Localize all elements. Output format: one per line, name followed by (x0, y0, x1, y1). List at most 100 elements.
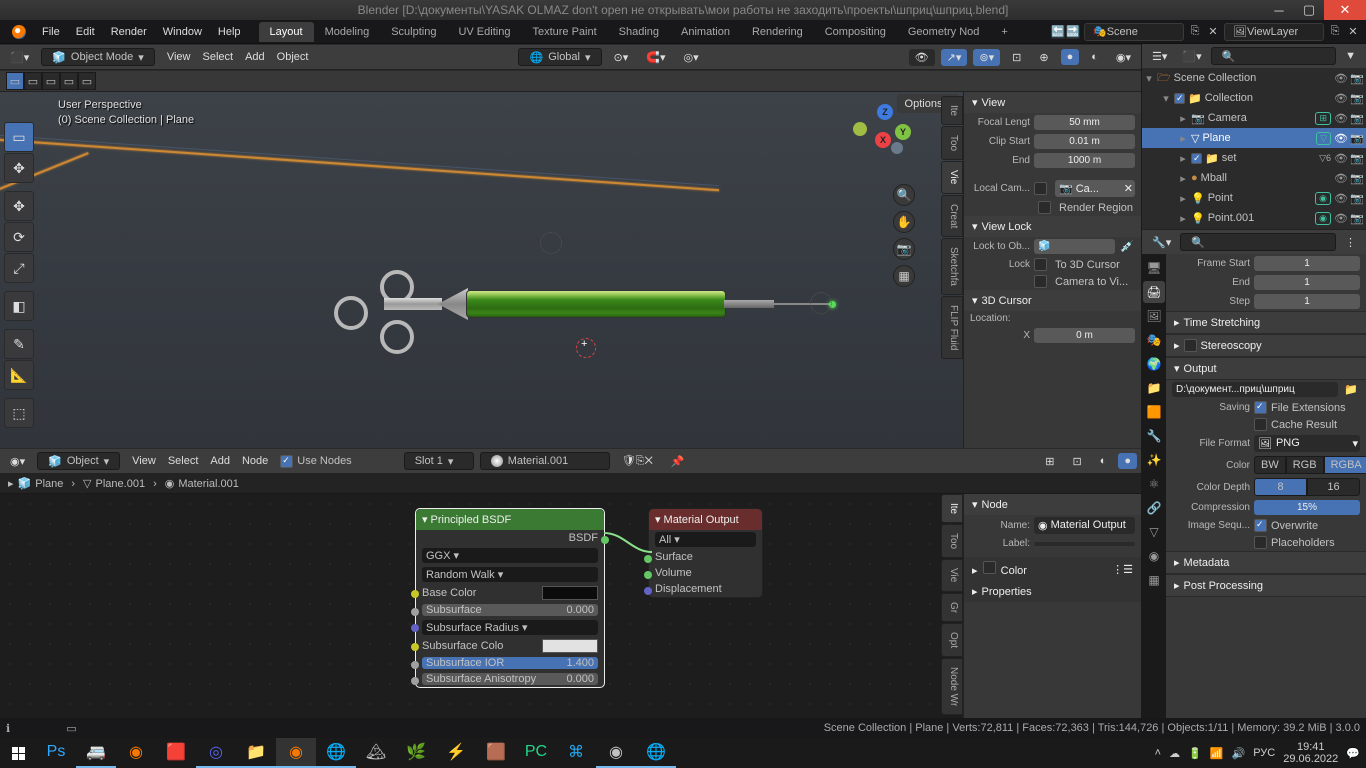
node-overlay-3[interactable]: ◐ (1094, 453, 1113, 469)
add-cube-tool[interactable]: ⬚ (4, 398, 34, 428)
node-mode-dropdown[interactable]: 🧊 Object▾ (37, 452, 120, 470)
zoom-icon[interactable]: 🔍 (893, 184, 915, 206)
node-menu-add[interactable]: Add (204, 453, 236, 469)
viewlayer-dropdown[interactable]: 🖼 ViewLayer (1224, 23, 1324, 41)
tab-texture[interactable]: ▦ (1143, 569, 1165, 591)
vscode-app[interactable]: ⌘ (556, 738, 596, 768)
app-2[interactable]: 🚐 (76, 738, 116, 768)
workspace-tab[interactable]: Shading (608, 22, 670, 42)
base-color-swatch[interactable] (542, 586, 598, 600)
minecraft-app[interactable]: 🟫 (476, 738, 516, 768)
pin-icon[interactable]: 📌 (665, 453, 691, 470)
tab-modifiers[interactable]: 🔧 (1143, 425, 1165, 447)
view-panel-header[interactable]: ▾ View (964, 92, 1141, 113)
app-8[interactable]: 🏔 (356, 738, 396, 768)
properties-section-header[interactable]: ▸ Properties (964, 581, 1141, 602)
workspace-tab[interactable]: Animation (670, 22, 741, 42)
eyedropper-icon[interactable]: 💉 (1119, 240, 1135, 253)
overwrite-check[interactable] (1254, 519, 1267, 532)
outliner-row[interactable]: ▸●Mball👁📷 (1142, 168, 1366, 188)
layer-new-button[interactable]: ⎘ (1328, 25, 1342, 38)
tab-mesh[interactable]: ▽ (1143, 521, 1165, 543)
perspective-icon[interactable]: ▦ (893, 265, 915, 287)
stereoscopy-header[interactable]: ▸ Stereoscopy (1166, 334, 1366, 357)
node-name-field[interactable]: ◉Material Output (1034, 517, 1135, 534)
outliner-search[interactable]: 🔍 (1211, 47, 1337, 65)
workspace-tab[interactable]: Layout (259, 22, 314, 42)
transform-orientation[interactable]: 🌐 Global▾ (518, 48, 601, 66)
app-9[interactable]: 🌿 (396, 738, 436, 768)
color-rgba-button[interactable]: RGBA (1324, 456, 1366, 474)
vtab-sketchfa[interactable]: Sketchfa (941, 238, 963, 295)
sss-method-select[interactable]: Random Walk ▾ (422, 567, 598, 582)
outliner-row[interactable]: ▸💡Point.001◉👁📷 (1142, 208, 1366, 228)
menu-file[interactable]: File (34, 23, 68, 41)
placeholders-check[interactable] (1254, 536, 1267, 549)
tray-chevron-icon[interactable]: ˄ (1155, 747, 1161, 759)
folder-icon[interactable]: 📁 (1342, 383, 1360, 396)
props-options-icon[interactable]: ⋮ (1339, 234, 1362, 251)
outliner-row[interactable]: ▸▽Plane▽👁📷 (1142, 128, 1366, 148)
file-format-select[interactable]: 🖼PNG▾ (1254, 435, 1360, 452)
lock-to-object-field[interactable]: 🧊 (1034, 239, 1115, 254)
select-tool[interactable]: ▭ (4, 122, 34, 152)
vtab-ite[interactable]: Ite (941, 96, 963, 125)
render-region-check[interactable] (1038, 201, 1051, 214)
gizmo-toggle[interactable]: ↗▾ (941, 49, 968, 66)
depth-16-button[interactable]: 16 (1307, 478, 1360, 496)
tab-object[interactable]: 🟧 (1143, 401, 1165, 423)
outliner-type[interactable]: ☰▾ (1146, 48, 1173, 65)
tab-material[interactable]: ◉ (1143, 545, 1165, 567)
transform-tool[interactable]: ◧ (4, 291, 34, 321)
select-subtract-icon[interactable]: ▭ (42, 72, 60, 90)
file-ext-check[interactable] (1254, 401, 1267, 414)
workspace-tab[interactable]: Texture Paint (521, 22, 607, 42)
tray-volume-icon[interactable]: 🔊 (1232, 747, 1246, 760)
node-menu-select[interactable]: Select (162, 453, 205, 469)
tray-language[interactable]: РУС (1253, 747, 1275, 759)
compression-field[interactable]: 15% (1254, 500, 1360, 515)
scale-tool[interactable]: ⤢ (4, 253, 34, 283)
ss-color-swatch[interactable] (542, 639, 598, 653)
workspace-tab[interactable]: Compositing (814, 22, 897, 42)
vtab-flip fluid[interactable]: FLIP Fluid (941, 296, 963, 359)
editor-type-button[interactable]: ◉▾ (4, 453, 31, 470)
snap-button[interactable]: 🧲▾ (640, 49, 671, 66)
outliner-row[interactable]: ▾🗁Scene Collection👁📷 (1142, 68, 1366, 88)
gizmo-visibility[interactable]: 👁 (909, 49, 935, 66)
output-header[interactable]: ▾ Output (1166, 357, 1366, 380)
node-overlay-4[interactable]: ● (1118, 453, 1137, 469)
proportional-button[interactable]: ◎▾ (677, 49, 704, 66)
subsurface-field[interactable]: Subsurface0.000 (422, 604, 598, 616)
clear-icon[interactable]: ✕ (1124, 182, 1133, 195)
tray-battery-icon[interactable]: 🔋 (1188, 747, 1202, 760)
tab-world[interactable]: 🌍 (1143, 353, 1165, 375)
tray-wifi-icon[interactable]: 📶 (1210, 747, 1224, 760)
tab-physics[interactable]: ⚛ (1143, 473, 1165, 495)
blender-launcher-app[interactable]: ◉ (116, 738, 156, 768)
depth-8-button[interactable]: 8 (1254, 478, 1307, 496)
explorer-app[interactable]: 📁 (236, 738, 276, 768)
props-type[interactable]: 🔧▾ (1146, 234, 1177, 251)
color-bw-button[interactable]: BW (1254, 456, 1286, 474)
pycharm-app[interactable]: PC (516, 738, 556, 768)
close-button[interactable]: ✕ (1324, 0, 1366, 20)
node-canvas[interactable]: ▾ Principled BSDF BSDF GGX ▾ Random Walk… (0, 494, 1141, 718)
pan-icon[interactable]: ✋ (893, 211, 915, 233)
outliner-display[interactable]: ⬛▾ (1176, 48, 1207, 65)
target-select[interactable]: All ▾ (655, 532, 756, 547)
select-invert-icon[interactable]: ▭ (78, 72, 96, 90)
ntab-opt[interactable]: Opt (941, 623, 963, 657)
select-intersect-icon[interactable]: ▭ (60, 72, 78, 90)
navigation-gizmo[interactable]: Z Y X (851, 102, 911, 162)
ntab-too[interactable]: Too (941, 524, 963, 558)
tray-cloud-icon[interactable]: ☁ (1169, 747, 1180, 760)
node-menu-view[interactable]: View (126, 453, 162, 469)
distribution-select[interactable]: GGX ▾ (422, 548, 598, 563)
ntab-gr[interactable]: Gr (941, 593, 963, 622)
workspace-tab[interactable]: Modeling (314, 22, 381, 42)
ntab-node wr[interactable]: Node Wr (941, 658, 963, 715)
viewport-menu-select[interactable]: Select (196, 49, 239, 65)
tab-particles[interactable]: ✨ (1143, 449, 1165, 471)
outliner-row[interactable]: ▸💡Point◉👁📷 (1142, 188, 1366, 208)
